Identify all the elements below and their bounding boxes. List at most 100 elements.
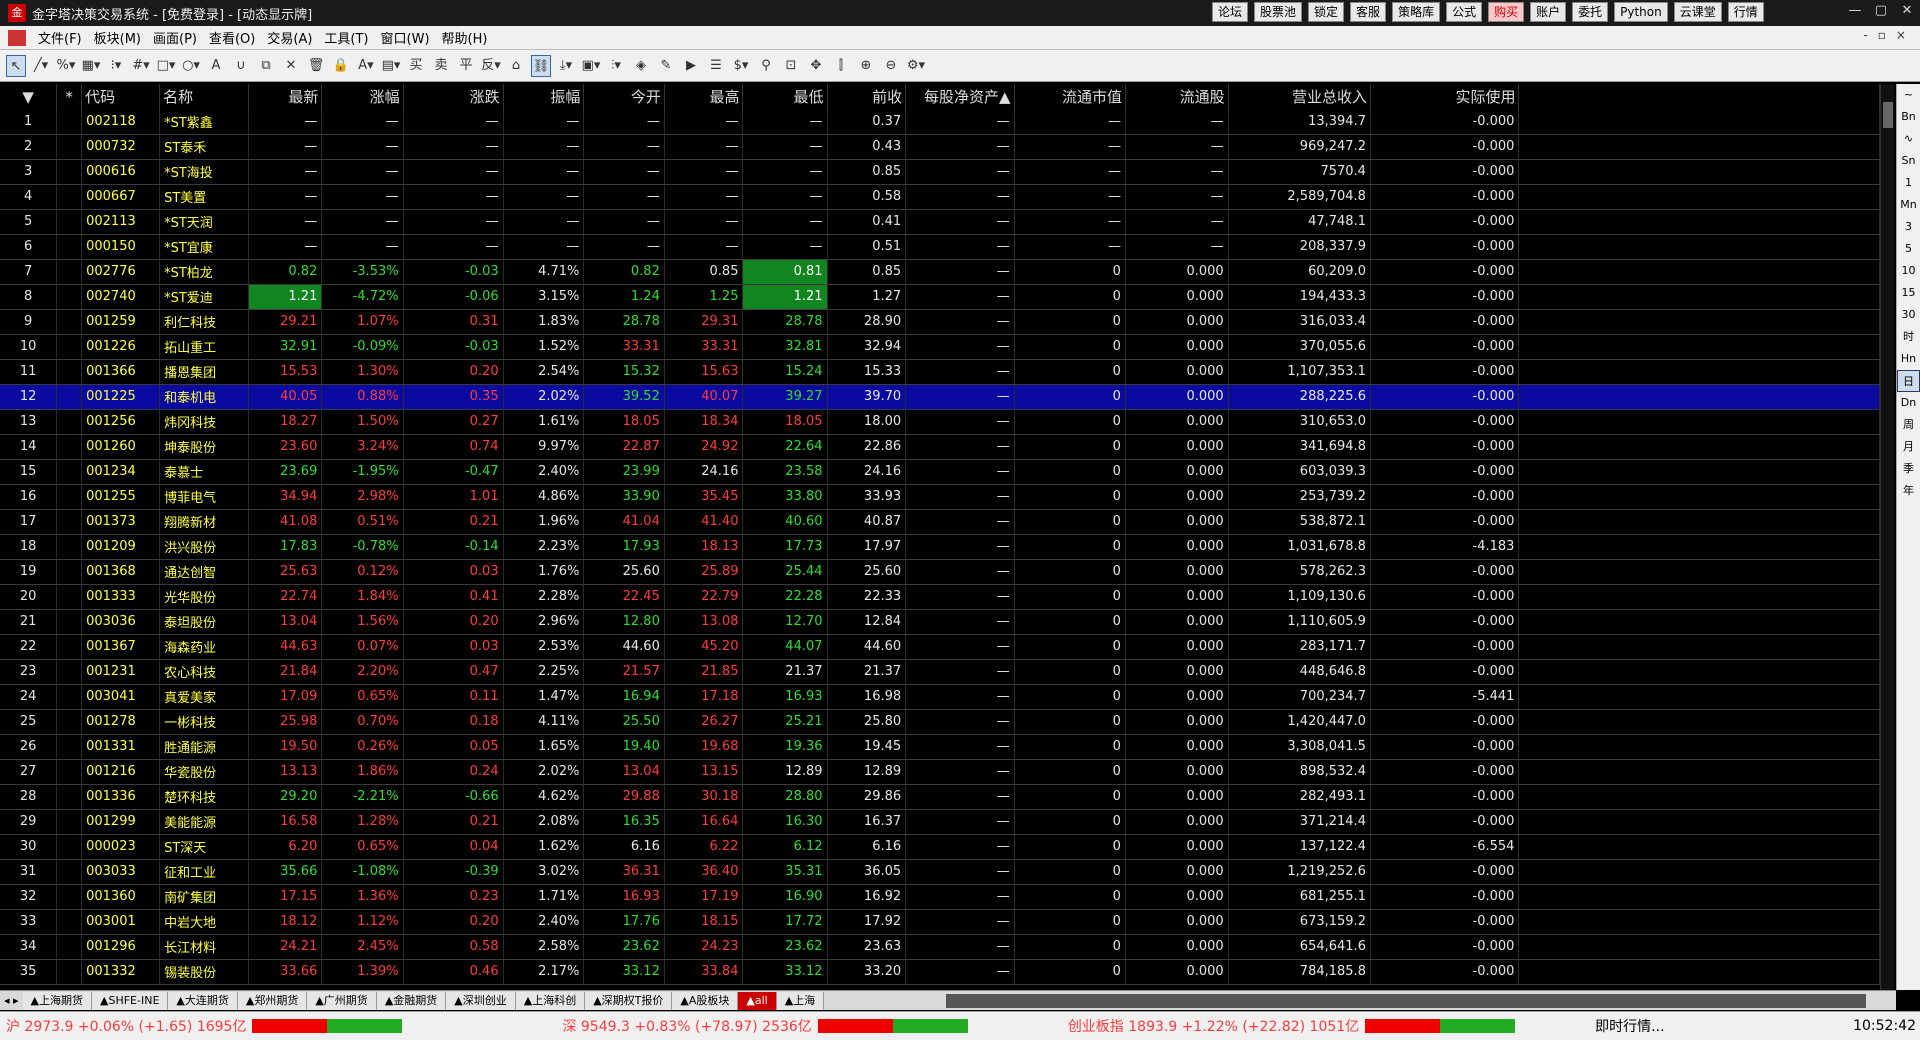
circle-tool-icon[interactable]: ○▾ [181,55,201,77]
window-icon[interactable]: ⊡ [781,55,801,77]
table-row[interactable]: 22 001367 海森药业 44.63 0.07% 0.03 2.53% 44.60 45.2… [0,634,1880,660]
title-button-5[interactable]: 公式 [1446,2,1483,22]
move-icon[interactable]: ✥ [806,55,826,77]
table-row[interactable]: 27 001216 华瓷股份 13.13 1.86% 0.24 2.02% 13.04 13.1… [0,759,1880,785]
zoom-in-icon[interactable]: ⊕ [856,55,876,77]
lock-icon[interactable]: 🔒 [331,55,351,77]
column-header[interactable]: 最新 [248,84,323,109]
period-button[interactable]: 3 [1897,216,1920,238]
menu-item-5[interactable]: 工具(T) [318,28,374,47]
menu-item-2[interactable]: 画面(P) [147,28,203,47]
table-row[interactable]: 11 001366 播恩集团 15.53 1.30% 0.20 2.54% 15.32 15.6… [0,359,1880,385]
title-button-10[interactable]: 云课堂 [1673,2,1722,22]
sector-tab[interactable]: ▲上海 [776,991,825,1010]
table-row[interactable]: 20 001333 光华股份 22.74 1.84% 0.41 2.28% 22.45 22.7… [0,584,1880,610]
table-row[interactable]: 10 001226 拓山重工 32.91 -0.09% -0.03 1.52% 33.31 33… [0,334,1880,360]
menu-item-6[interactable]: 窗口(W) [375,28,436,47]
title-button-0[interactable]: 论坛 [1212,2,1249,22]
table-row[interactable]: 28 001336 楚环科技 29.20 -2.21% -0.66 4.62% 29.88 30… [0,784,1880,810]
column-header[interactable]: 涨幅 [321,84,404,109]
bar-tool-icon[interactable]: ⁝▾ [106,55,126,77]
list-icon[interactable]: ☰ [706,55,726,77]
table-row[interactable]: 33 003001 中岩大地 18.12 1.12% 0.20 2.40% 17.76 18.1… [0,909,1880,935]
menu-item-0[interactable]: 文件(F) [32,28,88,47]
title-button-6[interactable]: 购买 [1488,2,1525,22]
table-row[interactable]: 35 001332 锡装股份 33.66 1.39% 0.46 2.17% 33.12 33.8… [0,959,1880,985]
column-header[interactable]: 营业总收入 [1228,84,1371,109]
column-header[interactable]: 代码 [81,84,161,109]
play-icon[interactable]: ▶ [681,55,701,77]
realtime-quote-link[interactable]: 即时行情... [1595,1016,1664,1036]
table-row[interactable]: 34 001296 长江材料 24.21 2.45% 0.58 2.58% 23.62 24.2… [0,934,1880,960]
table-row[interactable]: 29 001299 美能能源 16.58 1.28% 0.21 2.08% 16.35 16.6… [0,809,1880,835]
table-row[interactable]: 8 002740 *ST爱迪 1.21 -4.72% -0.06 3.15% 1.24 1.25… [0,284,1880,310]
table-row[interactable]: 18 001209 洪兴股份 17.83 -0.78% -0.14 2.23% 17.93 18… [0,534,1880,560]
table-row[interactable]: 2 000732 ST泰禾 — — — — — — —0.43— — —969,247.2 -0.000 [0,134,1880,160]
period-button[interactable]: 30 [1897,304,1920,326]
table-row[interactable]: 14 001260 坤泰股份 23.60 3.24% 0.74 9.97% 22.87 24.9… [0,434,1880,460]
period-button[interactable]: Sn [1897,150,1920,172]
gear-icon[interactable]: ⚙▾ [906,55,926,77]
text-tool-icon[interactable]: A [206,55,226,77]
sector-tab[interactable]: ▲上海科创 [515,991,586,1010]
table-row[interactable]: 16 001255 博菲电气 34.94 2.98% 1.01 4.86% 33.90 35.4… [0,484,1880,510]
column-header[interactable]: 流通股 [1125,84,1229,109]
hash-tool-icon[interactable]: #▾ [131,55,151,77]
title-button-3[interactable]: 客服 [1350,2,1387,22]
table-row[interactable]: 3 000616 *ST海投 — — — — — — —0.85— — —7570.4 -0.000 [0,159,1880,185]
period-button[interactable]: Hn [1897,348,1920,370]
sector-tab[interactable]: ▲广州期货 [307,991,377,1010]
menu-item-7[interactable]: 帮助(H) [436,28,494,47]
font-color-icon[interactable]: A▾ [356,55,376,77]
period-button[interactable]: Dn [1897,392,1920,414]
period-button[interactable]: ∿ [1897,128,1920,150]
sector-tab[interactable]: ▲深期权T报价 [585,991,673,1010]
column-header[interactable]: 今开 [583,84,665,109]
title-button-4[interactable]: 策略库 [1392,2,1441,22]
scroll-left-icon[interactable]: ◂ ▸ [0,994,23,1007]
horizontal-scrollbar[interactable] [946,993,1866,1008]
table-row[interactable]: 7 002776 *ST柏龙 0.82 -3.53% -0.03 4.71% 0.82 0.85… [0,259,1880,285]
period-button[interactable]: 季 [1897,458,1920,480]
title-button-11[interactable]: 行情 [1727,2,1764,22]
table-row[interactable]: 6 000150 *ST宜康 — — — — — — —0.51— — —208,337.9 -0.00… [0,234,1880,260]
title-button-9[interactable]: Python [1614,2,1668,22]
filter-icon[interactable]: ⚲ [756,55,776,77]
close-icon[interactable]: ✕ [1894,0,1920,22]
column-header[interactable]: 前收 [827,84,907,109]
sector-tab[interactable]: ▲深圳创业 [446,991,516,1010]
ruler-icon[interactable]: ⫿ [831,55,851,77]
period-button[interactable]: ~ [1897,84,1920,106]
column-header[interactable]: 振幅 [503,84,585,109]
period-button[interactable]: 日 [1897,370,1920,392]
table-row[interactable]: 19 001368 通达创智 25.63 0.12% 0.03 1.76% 25.60 25.8… [0,559,1880,585]
period-button[interactable]: 周 [1897,414,1920,436]
indicator-icon[interactable]: ⫶▾ [606,55,626,77]
title-button-1[interactable]: 股票池 [1254,2,1303,22]
dollar-icon[interactable]: $▾ [731,55,751,77]
table-row[interactable]: 31 003033 征和工业 35.66 -1.08% -0.39 3.02% 36.31 36… [0,859,1880,885]
sector-tab[interactable]: ▲金融期货 [376,991,447,1010]
menu-item-4[interactable]: 交易(A) [261,28,318,47]
column-header[interactable]: 名称 [159,84,250,109]
column-header[interactable]: * [56,84,83,109]
edit-icon[interactable]: ✎ [656,55,676,77]
reverse-icon[interactable]: 反▾ [481,55,501,77]
rect-tool-icon[interactable]: □▾ [156,55,176,77]
layout-icon[interactable]: ▣▾ [581,55,601,77]
menu-item-1[interactable]: 板块(M) [88,28,147,47]
column-header[interactable]: 最高 [664,84,744,109]
zoom-out-icon[interactable]: ⊖ [881,55,901,77]
period-button[interactable]: 年 [1897,480,1920,502]
table-row[interactable]: 1 002118 *ST紫鑫 — — — — — — —0.37— — —13,394.7 -0.000 [0,109,1880,135]
sell-icon[interactable]: 卖 [431,55,451,77]
diamond-icon[interactable]: ◈ [631,55,651,77]
pointer-tool-icon[interactable]: ↖ [6,54,26,77]
table-row[interactable]: 32 001360 南矿集团 17.15 1.36% 0.23 1.71% 16.93 17.1… [0,884,1880,910]
line-tool-icon[interactable]: ╱▾ [31,55,51,77]
percent-tool-icon[interactable]: %▾ [56,55,76,77]
table-row[interactable]: 15 001234 泰慕士 23.69 -1.95% -0.47 2.40% 23.99 24.… [0,459,1880,485]
column-header[interactable]: 实际使用 [1370,84,1520,109]
period-button[interactable]: 10 [1897,260,1920,282]
table-row[interactable]: 9 001259 利仁科技 29.21 1.07% 0.31 1.83% 28.78 29.31… [0,309,1880,335]
